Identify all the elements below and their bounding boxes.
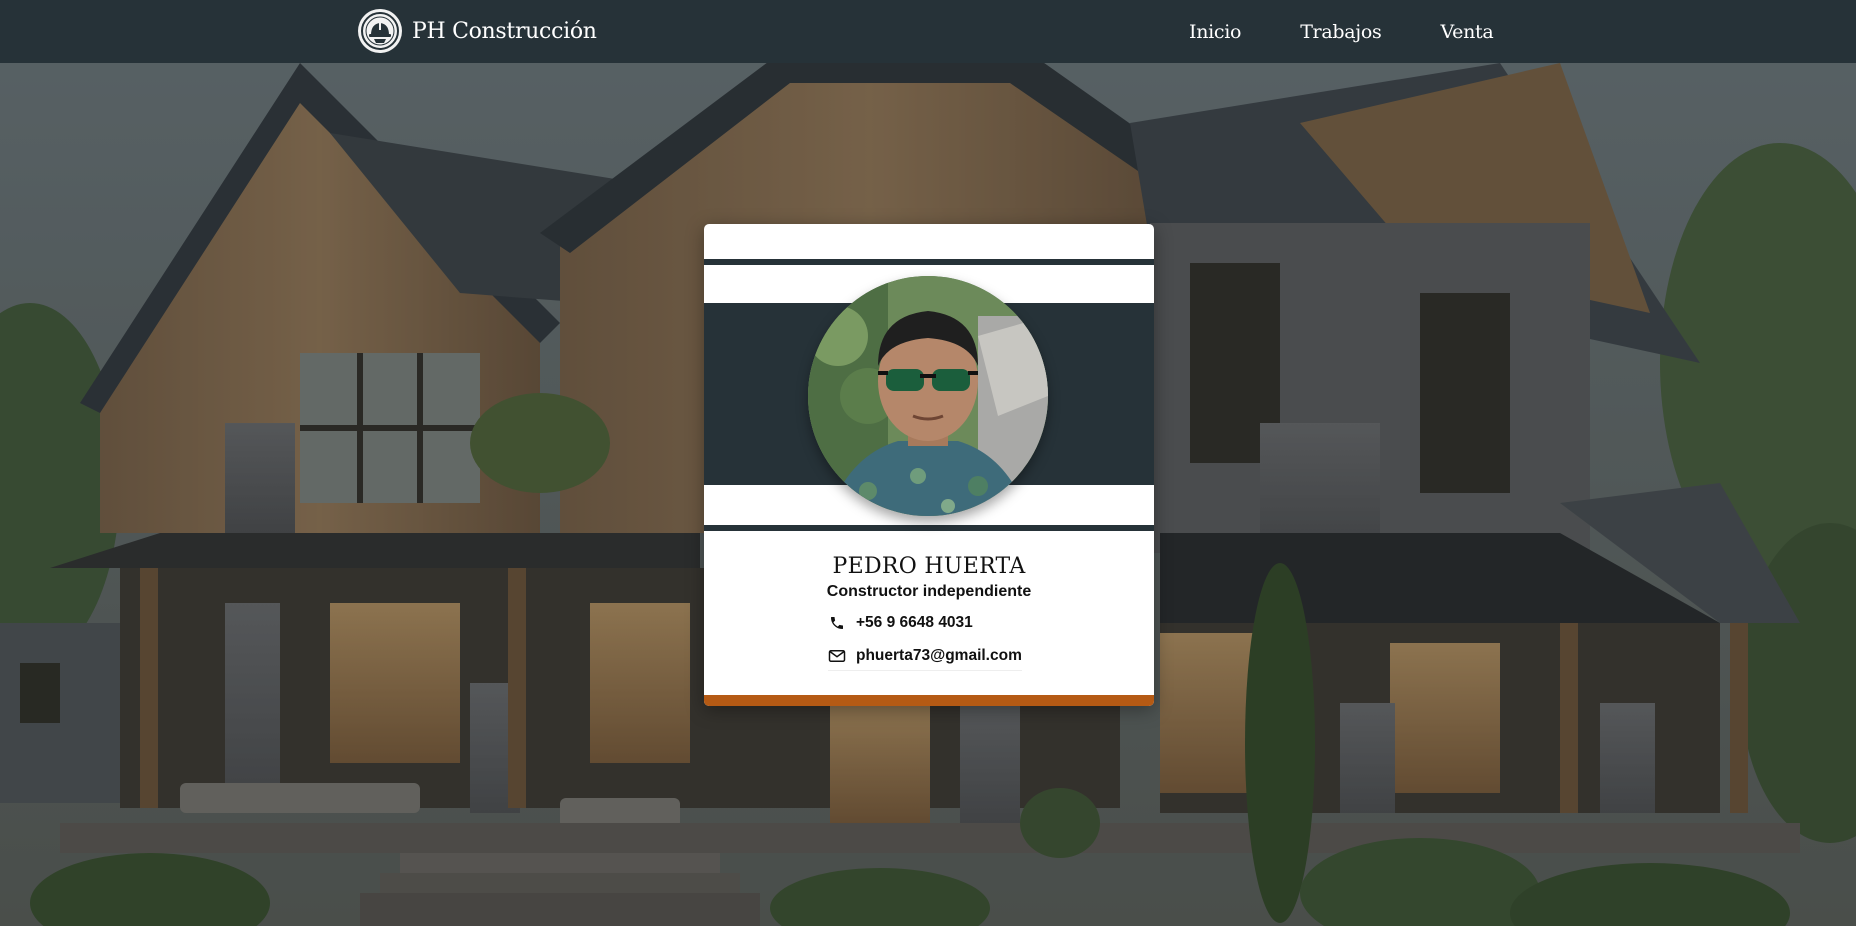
email-link[interactable]: phuerta73@gmail.com [828, 642, 1022, 671]
phone-number: +56 9 6648 4031 [856, 614, 973, 631]
card-stripe-bottom [704, 525, 1154, 531]
brand-link[interactable]: PH Construcción [358, 8, 597, 54]
phone-link[interactable]: +56 9 6648 4031 [828, 609, 973, 637]
nav-link-trabajos[interactable]: Trabajos [1300, 21, 1382, 43]
nav-links: Inicio Trabajos Venta [1189, 0, 1552, 63]
profile-photo [808, 276, 1048, 516]
mail-icon [828, 647, 846, 665]
email-address: phuerta73@gmail.com [856, 647, 1022, 664]
nav-link-inicio[interactable]: Inicio [1189, 21, 1241, 43]
top-navbar: PH Construcción Inicio Trabajos Venta [0, 0, 1856, 63]
card-accent-bar [704, 695, 1154, 706]
brand-name: PH Construcción [412, 18, 597, 44]
profile-card: PEDRO HUERTA Constructor independiente +… [704, 224, 1154, 706]
nav-link-venta[interactable]: Venta [1440, 21, 1493, 43]
card-stripe-top [704, 259, 1154, 265]
profile-name: PEDRO HUERTA [832, 554, 1026, 579]
phone-icon [828, 614, 846, 632]
helmet-logo-icon [358, 9, 402, 53]
profile-role: Constructor independiente [826, 583, 1032, 600]
